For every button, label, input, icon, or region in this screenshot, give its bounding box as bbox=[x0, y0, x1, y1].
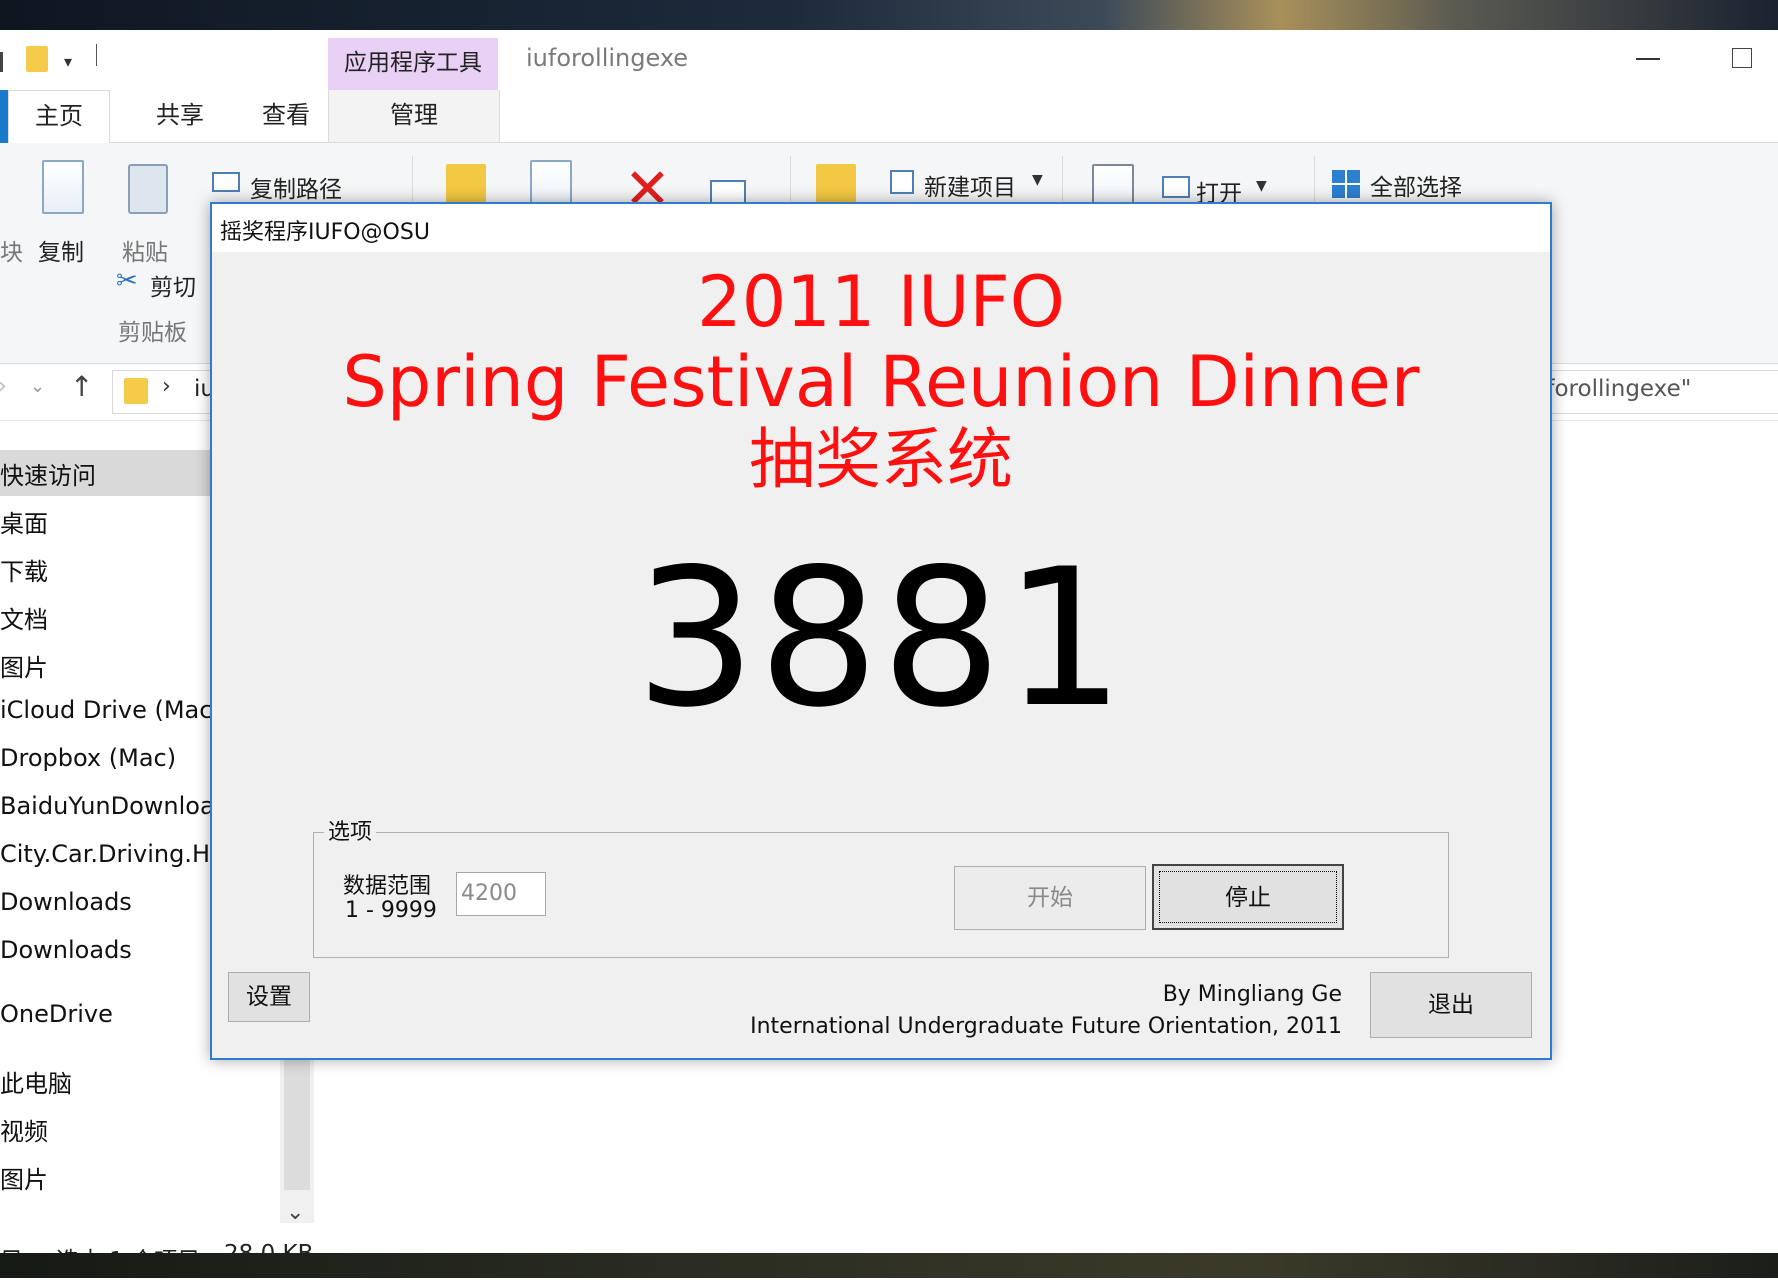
tab-home[interactable]: 主页 bbox=[8, 90, 110, 144]
copy-button[interactable]: 复制 bbox=[38, 233, 84, 267]
quick-access-dropdown-icon[interactable]: ▾ bbox=[64, 52, 72, 71]
open-icon bbox=[1162, 176, 1190, 198]
copy-path-icon bbox=[212, 172, 240, 192]
scroll-down-icon[interactable]: ⌄ bbox=[286, 1200, 304, 1225]
context-tool-header: 应用程序工具 bbox=[328, 38, 498, 90]
nav-item-icloud[interactable]: iCloud Drive (Mac) bbox=[0, 696, 210, 724]
nav-item-pictures[interactable]: 图片 bbox=[0, 648, 210, 683]
quick-access-folder-icon[interactable] bbox=[26, 46, 48, 72]
ribbon-partial-label: 块 bbox=[0, 240, 23, 266]
nav-item-baiduyun[interactable]: BaiduYunDownload bbox=[0, 792, 210, 820]
exit-button[interactable]: 退出 bbox=[1370, 972, 1532, 1038]
range-input[interactable]: 4200 bbox=[456, 872, 546, 916]
quick-access-edge bbox=[0, 52, 3, 72]
range-value: 1 - 9999 bbox=[345, 898, 437, 923]
minimize-button[interactable] bbox=[1636, 58, 1660, 60]
dialog-titlebar[interactable]: 摇奖程序IUFO@OSU bbox=[212, 204, 1550, 252]
nav-item-pictures-pc[interactable]: 图片 bbox=[0, 1160, 210, 1195]
heading-year: 2011 IUFO bbox=[697, 261, 1065, 343]
lottery-number: 3881 bbox=[635, 528, 1127, 749]
address-folder-icon bbox=[124, 378, 148, 404]
tab-view[interactable]: 查看 bbox=[236, 90, 336, 142]
nav-item-this-pc[interactable]: 此电脑 bbox=[0, 1064, 210, 1099]
paste-button[interactable]: 粘贴 bbox=[122, 233, 168, 267]
nav-item-videos[interactable]: 视频 bbox=[0, 1112, 210, 1147]
open-dropdown-icon[interactable]: ▼ bbox=[1256, 178, 1267, 194]
quick-access-separator bbox=[96, 44, 97, 66]
select-all-button[interactable]: 全部选择 bbox=[1370, 168, 1462, 202]
desktop-wallpaper-top bbox=[0, 0, 1778, 30]
explorer-titlebar bbox=[0, 30, 1778, 90]
options-group-label: 选项 bbox=[324, 814, 377, 846]
settings-button[interactable]: 设置 bbox=[228, 972, 310, 1022]
tab-manage[interactable]: 管理 bbox=[328, 90, 500, 142]
nav-item-onedrive[interactable]: OneDrive bbox=[0, 1000, 210, 1028]
clipboard-group-label: 剪贴板 bbox=[118, 320, 187, 346]
recent-dropdown-icon[interactable]: ⌄ bbox=[30, 376, 45, 397]
tab-share[interactable]: 共享 bbox=[130, 90, 230, 142]
cut-button[interactable]: 剪切 bbox=[150, 268, 196, 302]
heading-event: Spring Festival Reunion Dinner bbox=[342, 341, 1420, 423]
context-tool-label: 应用程序工具 bbox=[344, 50, 482, 76]
breadcrumb-chevron-icon[interactable]: › bbox=[162, 374, 171, 399]
nav-item-quick-access[interactable]: 快速访问 bbox=[0, 456, 210, 491]
copy-icon[interactable] bbox=[42, 160, 84, 214]
forward-icon[interactable]: › bbox=[0, 374, 7, 399]
range-label: 数据范围 bbox=[343, 874, 432, 899]
copy-path-button[interactable]: 复制路径 bbox=[250, 170, 342, 204]
nav-item-desktop[interactable]: 桌面 bbox=[0, 504, 210, 539]
paste-icon[interactable] bbox=[128, 164, 168, 214]
nav-item-downloads-1[interactable]: Downloads bbox=[0, 888, 210, 916]
nav-item-downloads-cn[interactable]: 下载 bbox=[0, 552, 210, 587]
credit-author: By Mingliang Ge bbox=[1162, 982, 1342, 1007]
heading-system: 抽奖系统 bbox=[749, 421, 1013, 498]
desktop-wallpaper-bottom bbox=[0, 1253, 1778, 1278]
scissors-icon: ✂ bbox=[116, 266, 138, 296]
new-item-icon bbox=[890, 170, 914, 194]
credit-org: International Undergraduate Future Orien… bbox=[750, 1014, 1342, 1039]
up-icon[interactable]: ↑ bbox=[70, 370, 93, 403]
search-field-text: iforollingexe" bbox=[1540, 376, 1692, 402]
select-all-icon bbox=[1332, 170, 1360, 198]
new-item-button[interactable]: 新建项目 bbox=[924, 168, 1016, 202]
nav-item-city-car[interactable]: City.Car.Driving.Ho bbox=[0, 840, 210, 868]
dialog-title: 摇奖程序IUFO@OSU bbox=[220, 220, 430, 245]
window-title: iuforollingexe bbox=[526, 44, 689, 72]
nav-item-dropbox[interactable]: Dropbox (Mac) bbox=[0, 744, 210, 772]
file-tab[interactable] bbox=[0, 90, 8, 143]
lottery-dialog: 摇奖程序IUFO@OSU 2011 IUFO Spring Festival R… bbox=[210, 202, 1552, 1060]
stop-button[interactable]: 停止 bbox=[1152, 864, 1344, 930]
start-button[interactable]: 开始 bbox=[954, 866, 1146, 930]
maximize-button[interactable] bbox=[1732, 48, 1752, 68]
new-item-dropdown-icon[interactable]: ▼ bbox=[1032, 172, 1043, 188]
nav-item-downloads-2[interactable]: Downloads bbox=[0, 936, 210, 964]
nav-item-documents[interactable]: 文档 bbox=[0, 600, 210, 635]
